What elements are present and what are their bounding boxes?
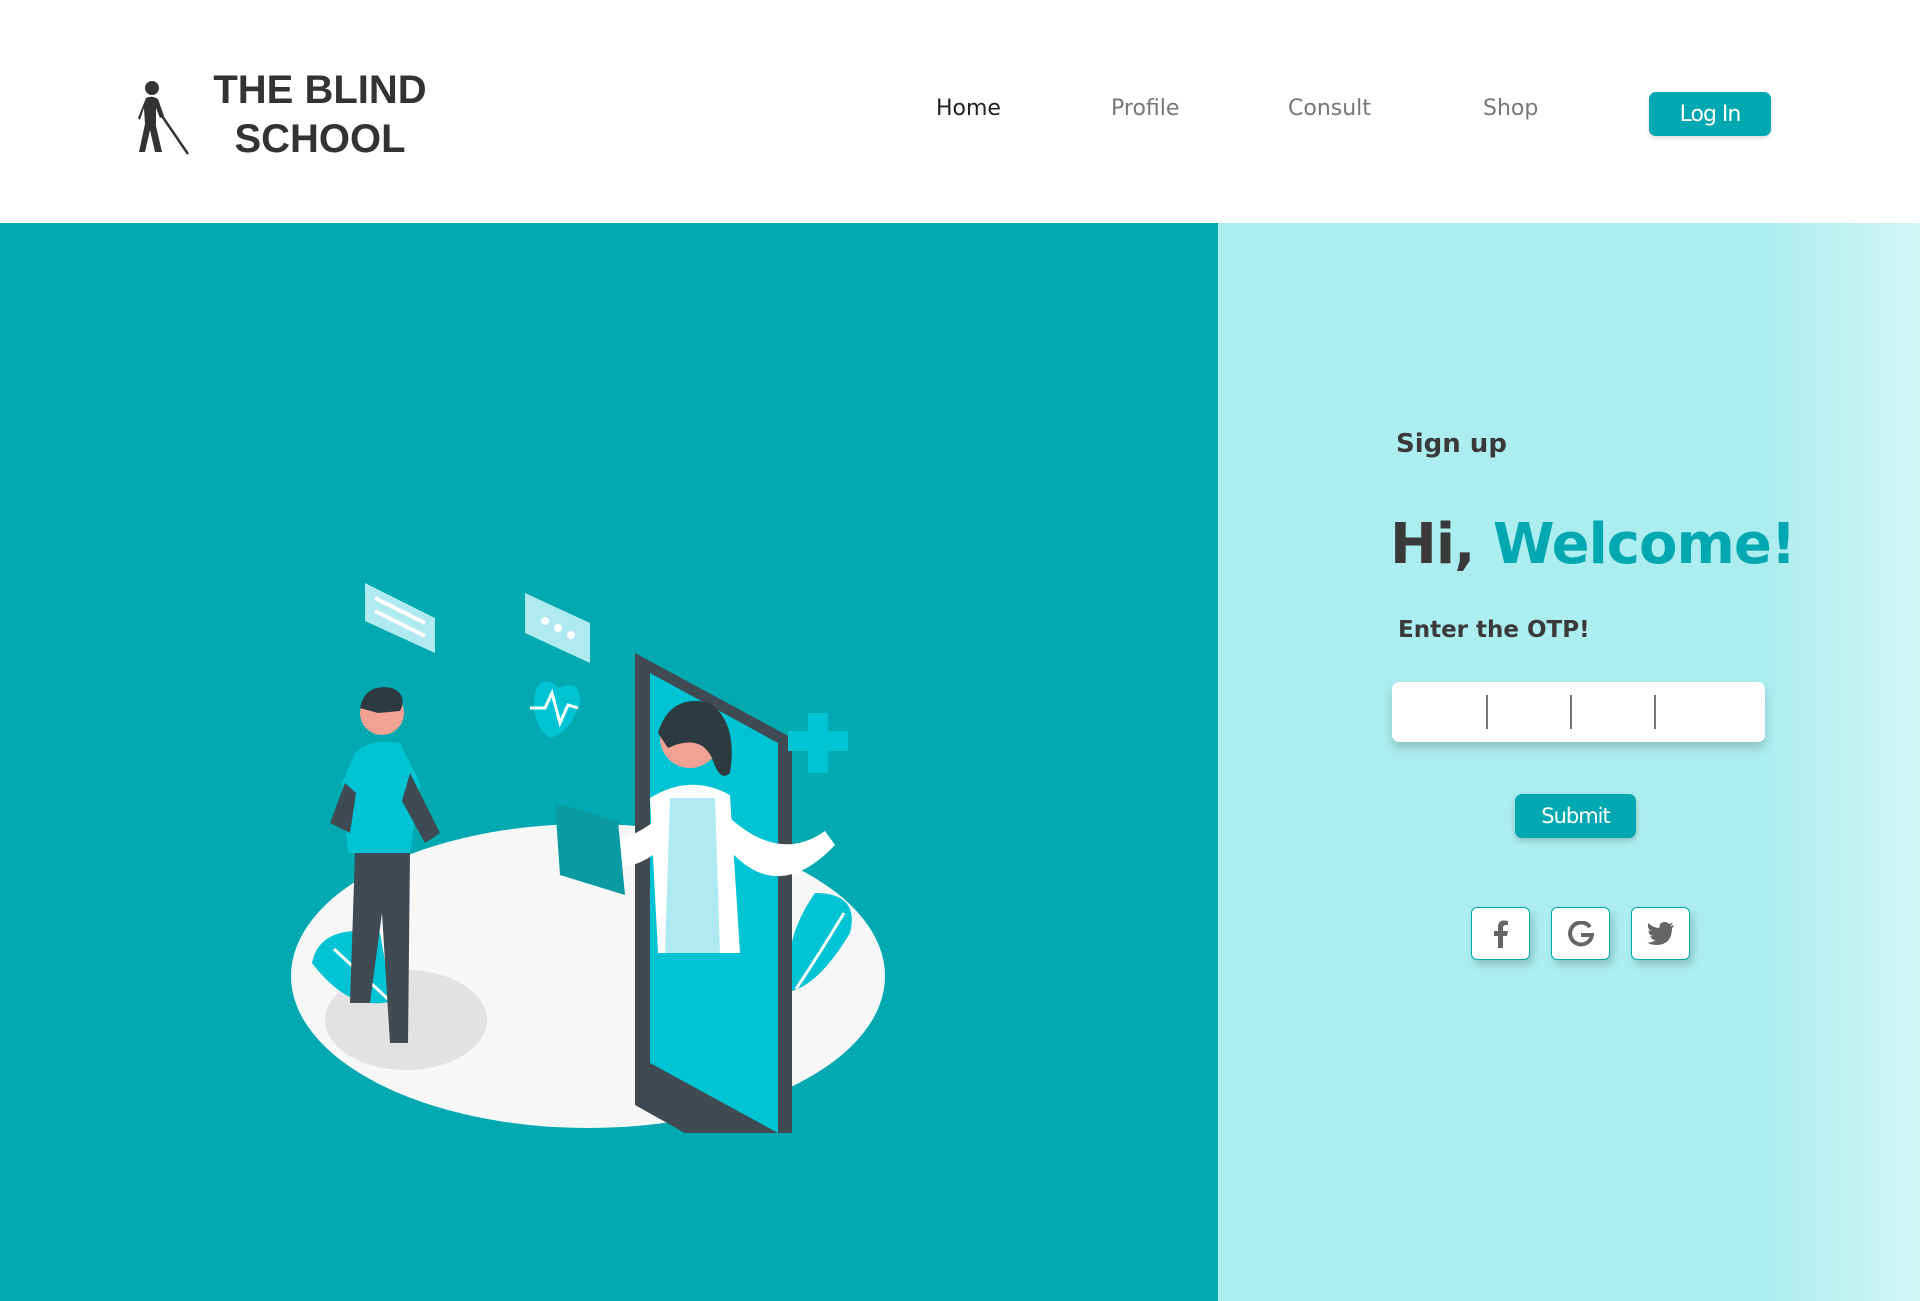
nav-home[interactable]: Home [936,96,1001,121]
otp-input[interactable] [1392,682,1765,742]
header: THE BLIND SCHOOL Home Profile Consult Sh… [0,0,1920,223]
otp-divider [1570,695,1572,729]
otp-divider [1486,695,1488,729]
signup-panel [1218,223,1920,1301]
nav-consult[interactable]: Consult [1288,96,1371,121]
brand-name: THE BLIND SCHOOL [204,66,436,164]
greeting: Hi, Welcome! [1390,512,1796,577]
twitter-icon [1646,921,1674,945]
brand-name-line1: THE BLIND [213,68,427,112]
hero-panel [0,223,1218,1301]
nav-shop[interactable]: Shop [1483,96,1538,121]
otp-divider [1654,695,1656,729]
nav-profile[interactable]: Profile [1111,96,1179,121]
form-title: Sign up [1396,429,1507,459]
greeting-prefix: Hi, [1390,512,1475,577]
brand-name-line2: SCHOOL [234,117,406,161]
submit-button[interactable]: Submit [1515,794,1636,838]
otp-label: Enter the OTP! [1398,617,1590,643]
login-button[interactable]: Log In [1649,92,1771,136]
facebook-icon [1493,920,1508,948]
telemedicine-illustration [291,583,885,1133]
brand-logo[interactable]: THE BLIND SCHOOL [138,62,438,172]
facebook-button[interactable] [1471,907,1530,960]
greeting-accent: Welcome! [1492,512,1796,577]
twitter-button[interactable] [1631,907,1690,960]
blind-person-with-cane-icon [138,81,190,155]
google-icon [1567,920,1594,946]
google-button[interactable] [1551,907,1610,960]
